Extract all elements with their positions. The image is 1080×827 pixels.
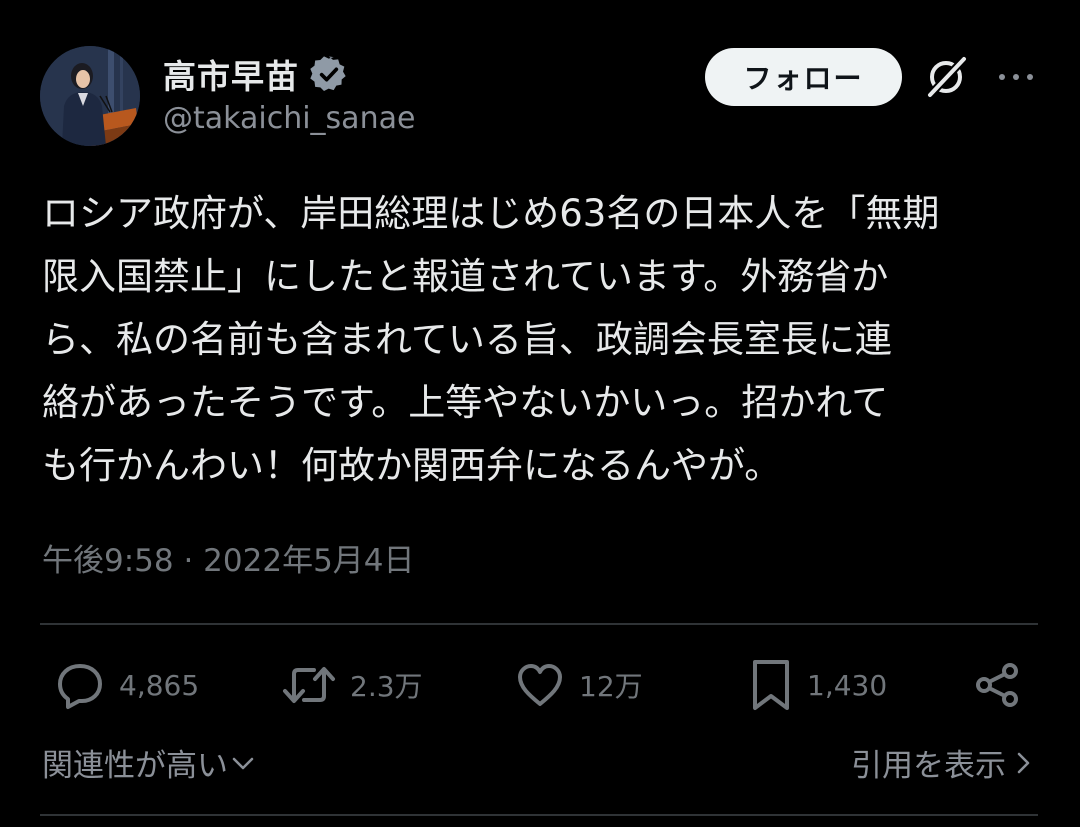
display-name[interactable]: 高市早苗 xyxy=(163,50,299,98)
tweet-text-line: 絡があったそうです。上等やないかいっ。招かれて xyxy=(42,381,889,424)
bookmark-icon xyxy=(753,660,789,710)
reply-icon xyxy=(58,664,102,709)
avatar[interactable] xyxy=(40,46,140,146)
chevron-right-icon xyxy=(1017,752,1030,773)
retweet-button[interactable]: 2.3万 xyxy=(282,657,423,713)
tweet-timestamp[interactable]: 午後9:58 · 2022年5月4日 xyxy=(42,535,415,580)
sort-label: 関連性が高い xyxy=(42,748,228,784)
chevron-down-icon xyxy=(232,757,254,769)
divider xyxy=(40,814,1038,816)
tweet-detail: 高市早苗 @takaichi_sanae フォロー ロシア政府が、岸田総理はじめ… xyxy=(0,0,1080,827)
grok-icon[interactable] xyxy=(922,53,970,101)
share-button[interactable] xyxy=(973,657,1023,713)
like-button[interactable]: 12万 xyxy=(515,657,643,713)
view-quotes-link[interactable]: 引用を表示 xyxy=(851,740,1032,785)
verified-badge-icon[interactable] xyxy=(309,54,349,94)
retweet-icon xyxy=(283,667,335,703)
bookmark-count: 1,430 xyxy=(807,668,888,702)
follow-button[interactable]: フォロー xyxy=(705,48,902,106)
sort-replies-dropdown[interactable]: 関連性が高い xyxy=(42,740,256,785)
reply-button[interactable]: 4,865 xyxy=(55,657,199,713)
tweet-text-line: 限入国禁止」にしたと報道されています。外務省か xyxy=(42,255,889,298)
tweet-text-line: も行かんわい！何故か関西弁になるんやが。 xyxy=(42,444,782,487)
avatar-image xyxy=(40,46,140,146)
author-name-row[interactable]: 高市早苗 xyxy=(163,52,349,96)
author-handle[interactable]: @takaichi_sanae xyxy=(163,101,415,136)
quotes-label: 引用を表示 xyxy=(851,748,1006,784)
reply-count: 4,865 xyxy=(119,668,200,702)
heart-icon xyxy=(518,664,562,706)
more-horizontal-icon[interactable] xyxy=(996,62,1036,92)
bookmark-button[interactable]: 1,430 xyxy=(749,657,887,713)
retweet-count: 2.3万 xyxy=(350,670,423,703)
divider xyxy=(40,623,1038,625)
tweet-text-line: ら、私の名前も含まれている旨、政調会長室長に連 xyxy=(42,318,892,361)
tweet-text-line: ロシア政府が、岸田総理はじめ63名の日本人を「無期 xyxy=(42,192,940,235)
share-icon xyxy=(976,663,1018,707)
like-count: 12万 xyxy=(579,670,643,703)
tweet-text: ロシア政府が、岸田総理はじめ63名の日本人を「無期 限入国禁止」にしたと報道され… xyxy=(42,182,1042,497)
